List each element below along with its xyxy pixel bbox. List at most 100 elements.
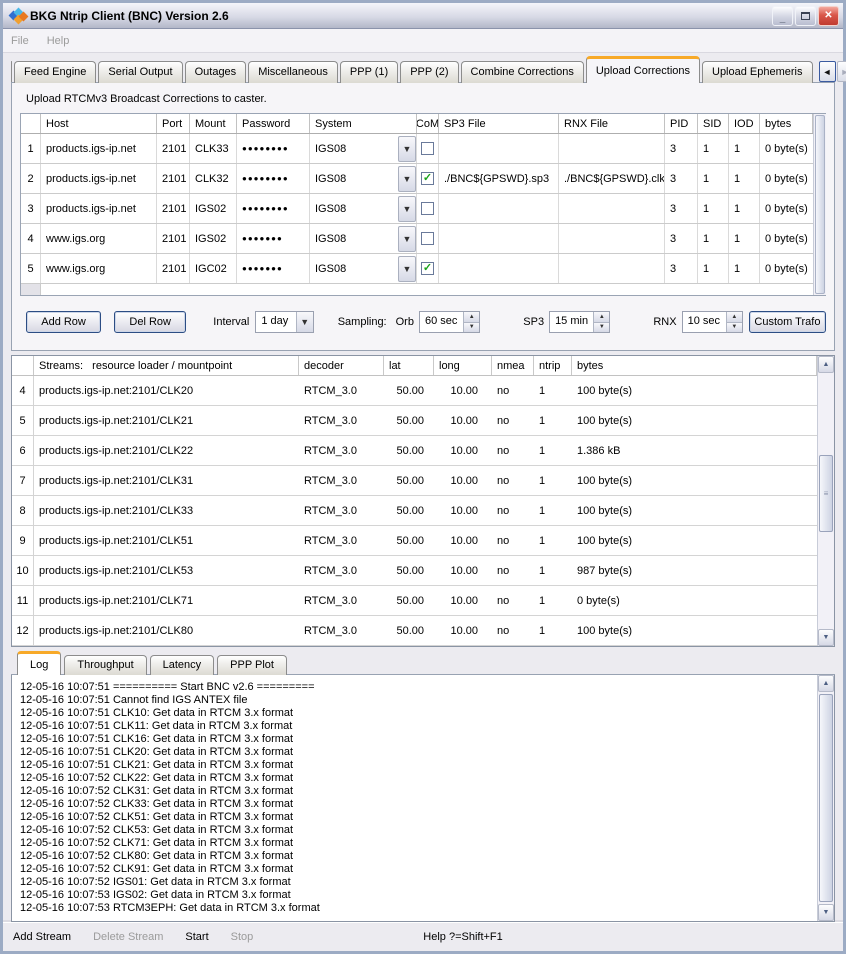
iod-cell[interactable]: 1 bbox=[729, 134, 760, 163]
host-cell[interactable]: www.igs.org bbox=[41, 224, 157, 253]
rnx-sampling-spinner[interactable]: 10 sec ▲▼ bbox=[682, 311, 743, 333]
start-action[interactable]: Start bbox=[185, 931, 208, 943]
spin-up-icon[interactable]: ▲ bbox=[727, 312, 742, 323]
scroll-down-icon[interactable]: ▼ bbox=[818, 904, 834, 921]
sp3-file-cell[interactable]: ./BNC${GPSWD}.sp3 bbox=[439, 164, 559, 193]
mount-cell[interactable]: IGS02 bbox=[190, 224, 237, 253]
chevron-down-icon[interactable]: ▼ bbox=[398, 166, 416, 192]
system-select[interactable]: IGS08▼ bbox=[310, 164, 417, 193]
tab-ppp-1[interactable]: PPP (1) bbox=[340, 61, 398, 83]
chevron-down-icon[interactable]: ▼ bbox=[398, 256, 416, 282]
tab-combine-corrections[interactable]: Combine Corrections bbox=[461, 61, 584, 83]
tab-log[interactable]: Log bbox=[17, 651, 61, 675]
del-row-button[interactable]: Del Row bbox=[114, 311, 186, 333]
rnx-file-cell[interactable] bbox=[559, 194, 665, 223]
log-scrollbar[interactable]: ▲ ▼ bbox=[817, 675, 834, 921]
tab-feed-engine[interactable]: Feed Engine bbox=[14, 61, 96, 83]
mount-cell[interactable]: IGS02 bbox=[190, 194, 237, 223]
com-checkbox[interactable] bbox=[421, 232, 434, 245]
password-cell[interactable]: ●●●●●●● bbox=[237, 254, 310, 283]
scrollbar-thumb[interactable] bbox=[819, 694, 833, 902]
tab-serial-output[interactable]: Serial Output bbox=[98, 61, 182, 83]
password-cell[interactable]: ●●●●●●●● bbox=[237, 164, 310, 193]
pid-cell[interactable]: 3 bbox=[665, 194, 698, 223]
tab-scroll-right-button[interactable]: ► bbox=[837, 61, 846, 82]
mount-cell[interactable]: CLK33 bbox=[190, 134, 237, 163]
tab-outages[interactable]: Outages bbox=[185, 61, 247, 83]
interval-select[interactable]: 1 day ▼ bbox=[255, 311, 313, 333]
stop-action[interactable]: Stop bbox=[231, 931, 254, 943]
host-cell[interactable]: products.igs-ip.net bbox=[41, 194, 157, 223]
port-cell[interactable]: 2101 bbox=[157, 224, 190, 253]
custom-trafo-button[interactable]: Custom Trafo bbox=[749, 311, 826, 333]
delete-stream-action[interactable]: Delete Stream bbox=[93, 931, 163, 943]
orb-sampling-spinner[interactable]: 60 sec ▲▼ bbox=[419, 311, 480, 333]
add-row-button[interactable]: Add Row bbox=[26, 311, 101, 333]
com-checkbox[interactable]: ✓ bbox=[421, 172, 434, 185]
spin-up-icon[interactable]: ▲ bbox=[464, 312, 479, 323]
pid-cell[interactable]: 3 bbox=[665, 254, 698, 283]
chevron-down-icon[interactable]: ▼ bbox=[398, 226, 416, 252]
port-cell[interactable]: 2101 bbox=[157, 164, 190, 193]
stream-row[interactable]: 9 products.igs-ip.net:2101/CLK51 RTCM_3.… bbox=[12, 526, 817, 556]
stream-row[interactable]: 10 products.igs-ip.net:2101/CLK53 RTCM_3… bbox=[12, 556, 817, 586]
minimize-button[interactable]: _ bbox=[772, 6, 793, 26]
host-cell[interactable]: www.igs.org bbox=[41, 254, 157, 283]
iod-cell[interactable]: 1 bbox=[729, 224, 760, 253]
scrollbar-thumb[interactable] bbox=[815, 115, 825, 294]
spin-down-icon[interactable]: ▼ bbox=[464, 323, 479, 333]
upload-table-scrollbar[interactable] bbox=[813, 114, 826, 295]
port-cell[interactable]: 2101 bbox=[157, 194, 190, 223]
chevron-down-icon[interactable]: ▼ bbox=[398, 196, 416, 222]
pid-cell[interactable]: 3 bbox=[665, 224, 698, 253]
port-cell[interactable]: 2101 bbox=[157, 254, 190, 283]
stream-row[interactable]: 4 products.igs-ip.net:2101/CLK20 RTCM_3.… bbox=[12, 376, 817, 406]
mount-cell[interactable]: CLK32 bbox=[190, 164, 237, 193]
tab-throughput[interactable]: Throughput bbox=[64, 655, 146, 675]
iod-cell[interactable]: 1 bbox=[729, 194, 760, 223]
pid-cell[interactable]: 3 bbox=[665, 164, 698, 193]
rnx-file-cell[interactable] bbox=[559, 134, 665, 163]
pid-cell[interactable]: 3 bbox=[665, 134, 698, 163]
password-cell[interactable]: ●●●●●●●● bbox=[237, 134, 310, 163]
com-checkbox[interactable]: ✓ bbox=[421, 262, 434, 275]
host-cell[interactable]: products.igs-ip.net bbox=[41, 164, 157, 193]
system-select[interactable]: IGS08▼ bbox=[310, 194, 417, 223]
tab-ppp-plot[interactable]: PPP Plot bbox=[217, 655, 287, 675]
sp3-sampling-spinner[interactable]: 15 min ▲▼ bbox=[549, 311, 610, 333]
stream-row[interactable]: 12 products.igs-ip.net:2101/CLK80 RTCM_3… bbox=[12, 616, 817, 646]
rnx-file-cell[interactable] bbox=[559, 254, 665, 283]
system-select[interactable]: IGS08▼ bbox=[310, 134, 417, 163]
port-cell[interactable]: 2101 bbox=[157, 134, 190, 163]
close-button[interactable]: ✕ bbox=[818, 6, 839, 26]
chevron-down-icon[interactable]: ▼ bbox=[398, 136, 416, 162]
sid-cell[interactable]: 1 bbox=[698, 164, 729, 193]
tab-upload-ephemeris[interactable]: Upload Ephemeris bbox=[702, 61, 813, 83]
scrollbar-thumb[interactable]: ≡ bbox=[819, 455, 833, 532]
spin-down-icon[interactable]: ▼ bbox=[727, 323, 742, 333]
stream-row[interactable]: 6 products.igs-ip.net:2101/CLK22 RTCM_3.… bbox=[12, 436, 817, 466]
com-checkbox[interactable] bbox=[421, 202, 434, 215]
spin-up-icon[interactable]: ▲ bbox=[594, 312, 609, 323]
stream-row[interactable]: 11 products.igs-ip.net:2101/CLK71 RTCM_3… bbox=[12, 586, 817, 616]
tab-ppp-2[interactable]: PPP (2) bbox=[400, 61, 458, 83]
tab-miscellaneous[interactable]: Miscellaneous bbox=[248, 61, 338, 83]
iod-cell[interactable]: 1 bbox=[729, 254, 760, 283]
streams-scrollbar[interactable]: ▲ ≡ ▼ bbox=[817, 356, 834, 646]
menu-help[interactable]: Help bbox=[47, 35, 70, 47]
scroll-up-icon[interactable]: ▲ bbox=[818, 675, 834, 692]
sp3-file-cell[interactable] bbox=[439, 134, 559, 163]
stream-row[interactable]: 7 products.igs-ip.net:2101/CLK31 RTCM_3.… bbox=[12, 466, 817, 496]
com-checkbox[interactable] bbox=[421, 142, 434, 155]
stream-row[interactable]: 8 products.igs-ip.net:2101/CLK33 RTCM_3.… bbox=[12, 496, 817, 526]
rnx-file-cell[interactable]: ./BNC${GPSWD}.clk bbox=[559, 164, 665, 193]
sp3-file-cell[interactable] bbox=[439, 194, 559, 223]
sid-cell[interactable]: 1 bbox=[698, 254, 729, 283]
system-select[interactable]: IGS08▼ bbox=[310, 254, 417, 283]
sid-cell[interactable]: 1 bbox=[698, 224, 729, 253]
password-cell[interactable]: ●●●●●●●● bbox=[237, 194, 310, 223]
mount-cell[interactable]: IGC02 bbox=[190, 254, 237, 283]
maximize-button[interactable] bbox=[795, 6, 816, 26]
sp3-file-cell[interactable] bbox=[439, 254, 559, 283]
add-stream-action[interactable]: Add Stream bbox=[13, 931, 71, 943]
